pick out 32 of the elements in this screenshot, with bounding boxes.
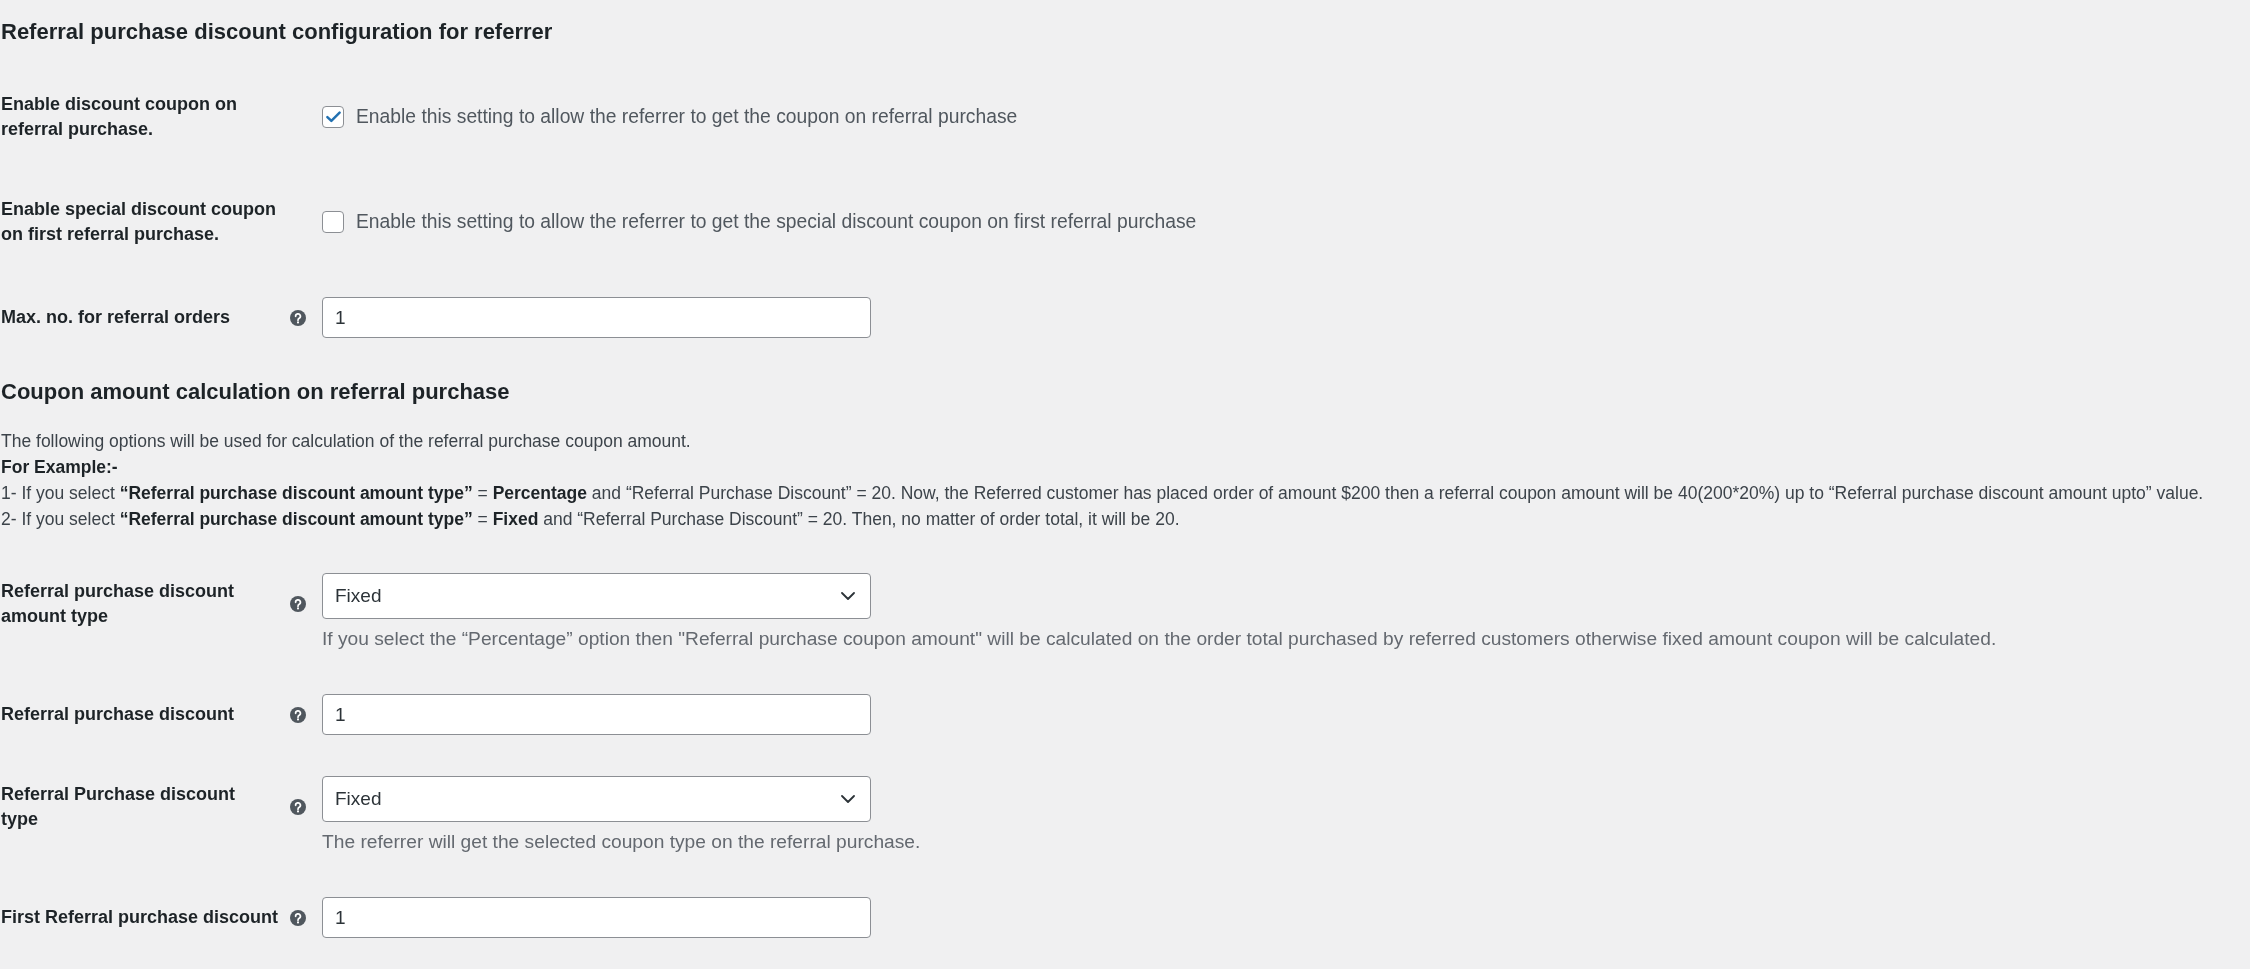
field-label: Referral purchase discount amount type <box>1 580 236 628</box>
help-icon[interactable] <box>290 309 306 326</box>
field-label: Enable special discount coupon on first referral purchase. <box>1 197 278 246</box>
field-hint: The referrer will get the selected coupon type on the referral purchase. <box>322 830 922 854</box>
help-icon[interactable] <box>290 706 306 723</box>
checkmark-icon <box>325 110 341 123</box>
help-icon[interactable] <box>290 596 306 612</box>
number-input[interactable]: 1 <box>322 297 871 338</box>
checkbox[interactable] <box>322 210 344 233</box>
select-dropdown[interactable]: Fixed <box>322 776 871 822</box>
checkbox-label[interactable]: Enable this setting to allow the referrer to get the coupon on referral purchase <box>356 104 1018 129</box>
field-label: Referral Purchase discount type <box>1 783 237 831</box>
number-input[interactable]: 1 <box>322 897 871 938</box>
checkbox[interactable] <box>322 105 344 128</box>
field-label: Enable discount coupon on referral purchase. <box>1 92 238 141</box>
field-label: First Referral purchase discount <box>1 906 280 929</box>
chevron-down-icon <box>841 795 855 803</box>
section-heading: Referral purchase discount configuration for referrer <box>1 19 554 45</box>
help-icon[interactable] <box>290 909 306 926</box>
field-label: Referral purchase discount <box>1 703 236 726</box>
help-icon[interactable] <box>290 799 306 815</box>
chevron-down-icon <box>841 592 855 600</box>
field-hint: If you select the “Percentage” option then "Referral purchase coupon amount" will be calculated on the order total purchased by referred customers otherwise fixed amount coupon will be calculated. <box>322 627 1998 651</box>
number-input[interactable]: 1 <box>322 694 871 735</box>
checkbox-label[interactable]: Enable this setting to allow the referrer to get the special discount coupon on first referral purchase <box>356 209 1197 234</box>
example-heading: For Example:- <box>1 456 119 479</box>
section-heading: Coupon amount calculation on referral purchase <box>1 379 511 405</box>
description-text: The following options will be used for calculation of the referral purchase coupon amount. <box>1 430 692 453</box>
description-text: 2- If you select “Referral purchase discount amount type” = Fixed and “Referral Purchase Discount” = 20. Then, no matter of order total, it will be 20. <box>1 508 1181 531</box>
description-text: 1- If you select “Referral purchase discount amount type” = Percentage and “Referral Purchase Discount” = 20. Now, the Referred customer has placed order of amount $200 then a referral coupon amount will be 40(200*20%) up to “Referral purchase discount amount upto” value. <box>1 482 2205 505</box>
select-dropdown[interactable]: Fixed <box>322 573 871 619</box>
field-label: Max. no. for referral orders <box>1 306 232 329</box>
